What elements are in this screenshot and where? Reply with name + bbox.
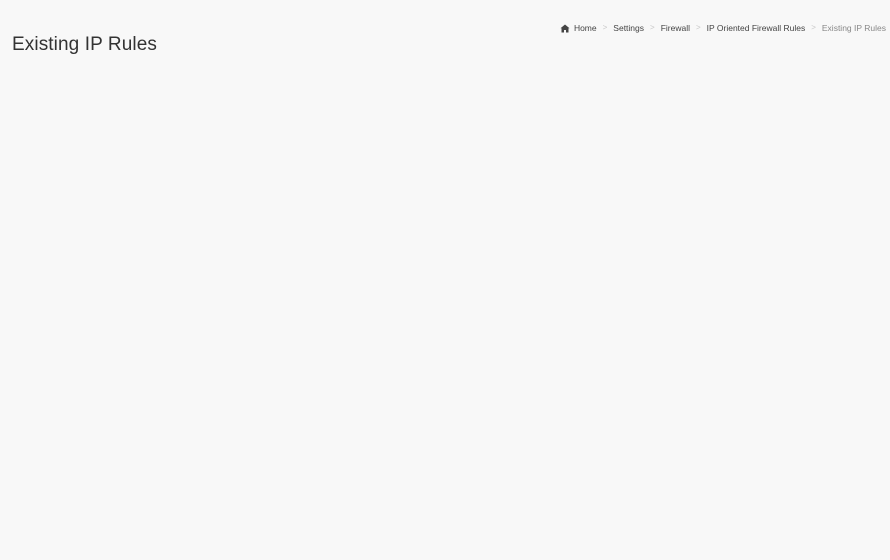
home-icon (560, 24, 570, 33)
breadcrumb-separator: > (811, 23, 816, 32)
page-title: Existing IP Rules (12, 34, 157, 55)
breadcrumb-settings[interactable]: Settings (613, 22, 644, 34)
breadcrumb-existing-ip-rules: Existing IP Rules (821, 23, 886, 33)
breadcrumb-separator: > (602, 23, 608, 32)
breadcrumb-separator: > (695, 23, 701, 32)
breadcrumb-ip-oriented-firewall-rules[interactable]: IP Oriented Firewall Rules (707, 22, 806, 34)
breadcrumb-home-label: Home (573, 23, 597, 33)
breadcrumb-separator: > (650, 23, 655, 32)
breadcrumb-home[interactable]: Home (560, 22, 597, 34)
page: Existing IP Rules Home > Settings > Fire… (0, 0, 890, 560)
breadcrumb-firewall[interactable]: Firewall (661, 22, 690, 34)
breadcrumb: Home > Settings > Firewall > IP Oriented… (560, 22, 886, 34)
